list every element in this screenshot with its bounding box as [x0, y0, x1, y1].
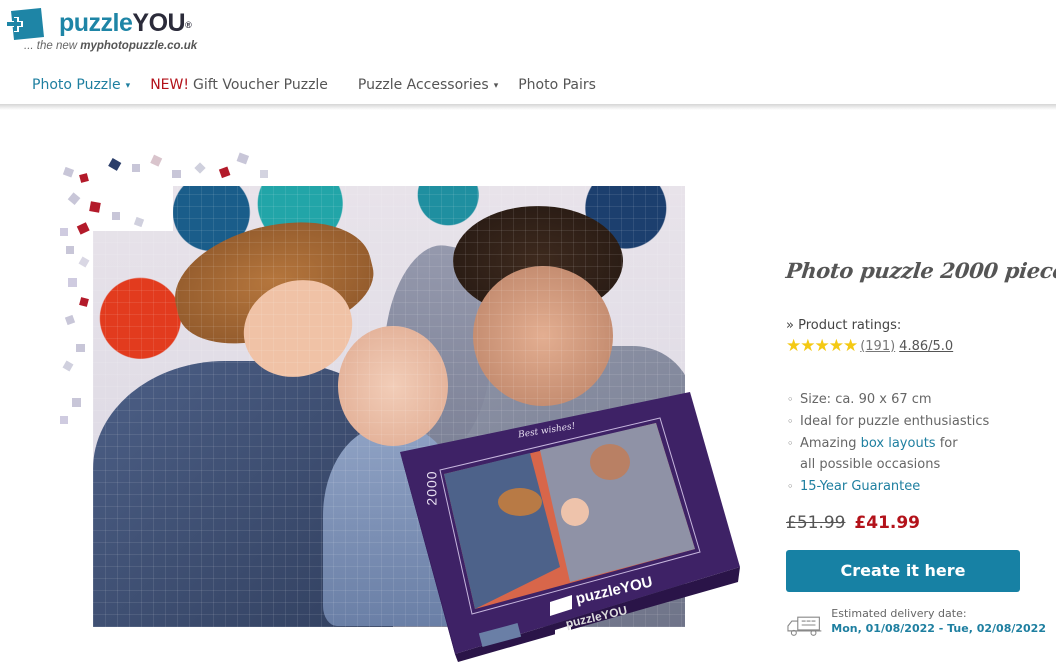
original-price: £51.99	[786, 512, 846, 533]
logo-tagline: ... the new myphotopuzzle.co.uk	[24, 40, 197, 52]
rating-score-link[interactable]: 4.86/5.0	[899, 339, 953, 354]
product-info-panel: Photo puzzle 2000 pieces » Product ratin…	[784, 258, 1056, 639]
registered-mark: ®	[185, 20, 192, 30]
feature-list: Size: ca. 90 x 67 cm Ideal for puzzle en…	[786, 389, 1046, 498]
delivery-info: Estimated delivery date: Mon, 01/08/2022…	[786, 607, 1046, 639]
price: £51.99 £41.99	[786, 513, 1046, 533]
ratings-label: » Product ratings:	[786, 318, 902, 333]
feature-item: 15-Year Guarantee	[786, 476, 1046, 498]
product-image: Best wishes! 2000 puzzleYOU puzzleYOU	[50, 148, 750, 668]
tagline-prefix: ... the new	[24, 40, 81, 52]
nav-photo-pairs[interactable]: Photo Pairs	[518, 77, 596, 93]
feature-item-continuation: all possible occasions	[800, 457, 941, 473]
sale-price: £41.99	[854, 512, 921, 533]
nav-label: Photo Puzzle	[32, 77, 121, 93]
main-nav: Photo Puzzle ▾ NEW! Gift Voucher Puzzle …	[20, 72, 596, 98]
feature-text: for	[935, 435, 958, 451]
product-title: Photo puzzle 2000 pieces	[784, 258, 1056, 283]
site-header: puzzleYOU® ... the new myphotopuzzle.co.…	[0, 0, 1056, 110]
logo-brand-you: YOU	[132, 9, 186, 37]
guarantee-link[interactable]: 15-Year Guarantee	[800, 479, 920, 494]
nav-photo-puzzle[interactable]: Photo Puzzle ▾	[32, 77, 130, 93]
delivery-label: Estimated delivery date:	[831, 606, 967, 620]
logo-wordmark: puzzleYOU®	[59, 8, 192, 38]
feature-item: Amazing box layouts for	[786, 433, 1046, 455]
puzzle-logo-icon	[6, 8, 44, 40]
puzzle-piece-icon	[60, 152, 268, 424]
logo-link[interactable]: puzzleYOU® ... the new myphotopuzzle.co.…	[4, 6, 204, 54]
chevron-down-icon: ▾	[125, 81, 131, 91]
nav-label: Gift Voucher Puzzle	[192, 77, 328, 93]
logo-brand-puzzle: puzzle	[59, 9, 133, 37]
feature-item: Ideal for puzzle enthusiastics	[786, 411, 1046, 433]
rating-count-link[interactable]: (191)	[860, 339, 895, 354]
puzzle-box: Best wishes! 2000 puzzleYOU puzzleYOU	[400, 392, 740, 662]
rating-row: ★★★★★ (191) 4.86/5.0	[786, 337, 1046, 355]
feature-item: Size: ca. 90 x 67 cm	[786, 389, 1046, 411]
new-badge: NEW!	[150, 77, 189, 93]
box-layouts-link[interactable]: box layouts	[861, 436, 936, 451]
nav-label: Photo Pairs	[518, 77, 596, 93]
delivery-text: Estimated delivery date: Mon, 01/08/2022…	[831, 607, 1046, 635]
feature-text: Amazing	[800, 435, 861, 451]
create-it-here-button[interactable]: Create it here	[786, 549, 1020, 592]
nav-gift-voucher-puzzle[interactable]: NEW! Gift Voucher Puzzle	[150, 77, 328, 93]
delivery-dates: Mon, 01/08/2022 - Tue, 02/08/2022	[831, 621, 1046, 635]
nav-label: Puzzle Accessories	[357, 77, 489, 93]
tagline-domain: myphotopuzzle.co.uk	[80, 40, 198, 52]
nav-puzzle-accessories[interactable]: Puzzle Accessories ▾	[358, 77, 498, 93]
box-piece-count: 2000	[423, 470, 440, 506]
chevron-down-icon: ▾	[493, 81, 499, 91]
scattered-puzzle-pieces	[60, 152, 268, 424]
star-rating-icon: ★★★★★	[786, 336, 858, 356]
delivery-truck-icon	[787, 616, 822, 636]
